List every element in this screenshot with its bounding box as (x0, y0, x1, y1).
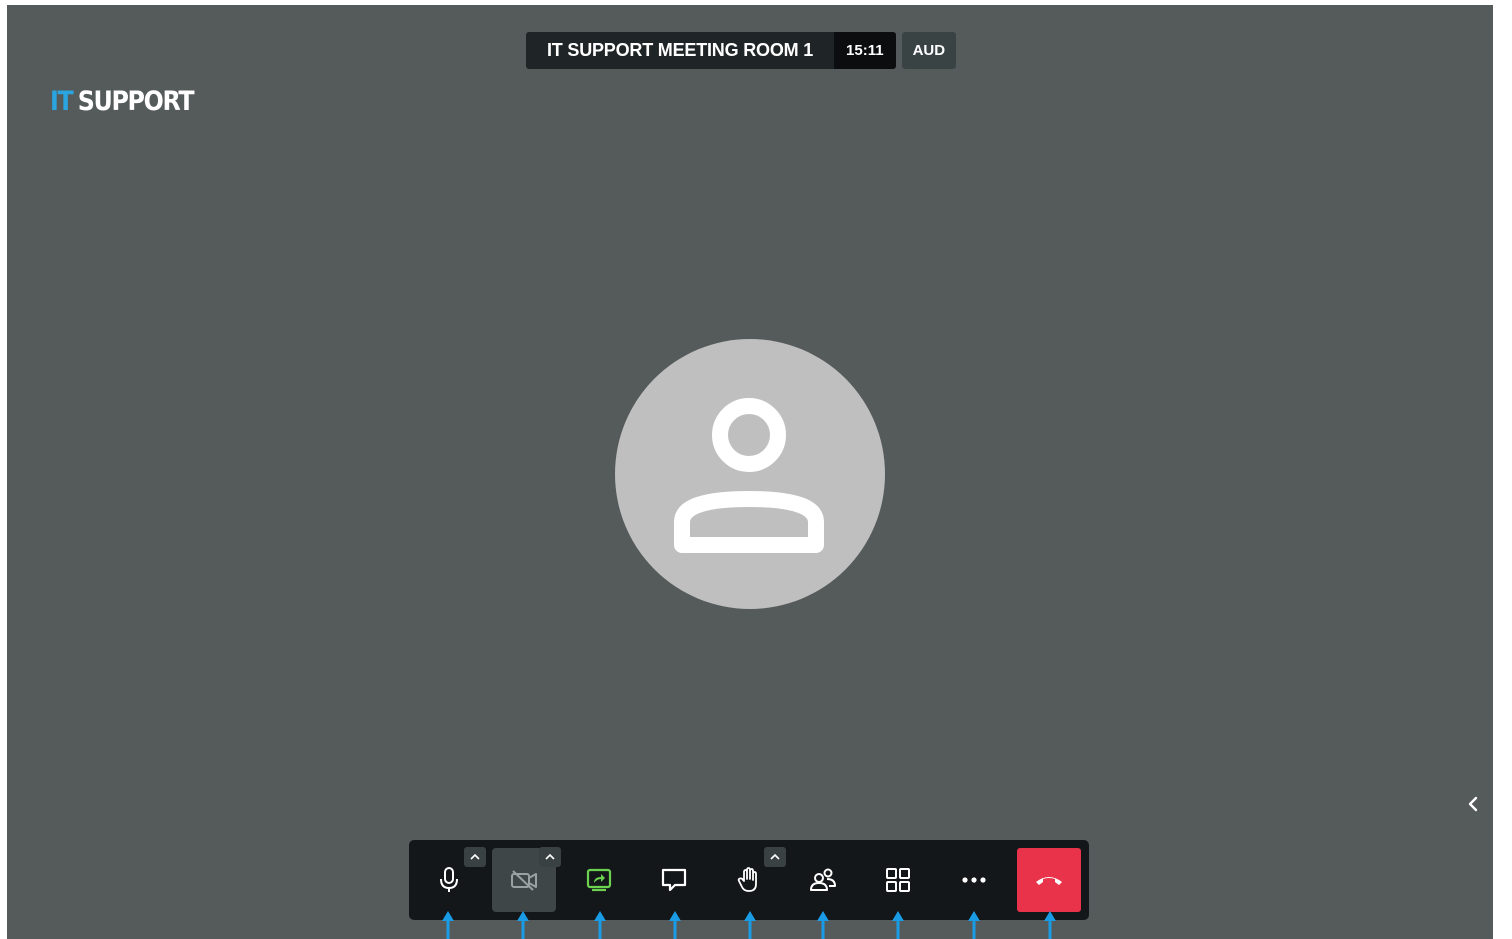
chevron-up-icon (545, 853, 555, 860)
more-actions-button[interactable] (942, 848, 1006, 912)
tile-view-button[interactable] (866, 848, 930, 912)
pointer-arrow-icon (817, 911, 829, 939)
side-panel-toggle[interactable] (1462, 791, 1484, 817)
hangup-button[interactable] (1017, 848, 1081, 912)
chevron-up-icon (470, 853, 480, 860)
meeting-title: IT SUPPORT MEETING ROOM 1 (526, 32, 835, 69)
chat-icon (661, 868, 687, 892)
participants-icon (810, 868, 836, 891)
pointer-arrow-icon (744, 911, 756, 939)
camera-off-icon (511, 870, 537, 891)
company-logo: IT SUPPORT (50, 85, 195, 119)
hand-icon (737, 867, 757, 892)
audio-badge: AUD (901, 32, 957, 69)
phone-hangup-icon (1036, 877, 1062, 885)
user-placeholder-icon (674, 398, 824, 553)
grid-icon (886, 868, 910, 892)
pointer-arrow-icon (442, 911, 454, 939)
pointer-arrow-icon (892, 911, 904, 939)
meeting-info-bar: IT SUPPORT MEETING ROOM 1 15:11 AUD (526, 32, 957, 69)
microphone-icon (440, 867, 458, 892)
participants-button[interactable] (791, 848, 855, 912)
camera-options-button[interactable] (539, 847, 561, 867)
chat-button[interactable] (642, 848, 706, 912)
logo-it-text: IT (50, 86, 74, 117)
logo-support-text: SUPPORT (77, 86, 195, 117)
chevron-left-icon (1468, 796, 1478, 812)
more-dots-icon (962, 877, 986, 883)
pointer-arrow-icon (517, 911, 529, 939)
raise-hand-options-button[interactable] (764, 847, 786, 867)
pointer-arrow-icon (669, 911, 681, 939)
meeting-toolbar (409, 840, 1089, 920)
microphone-options-button[interactable] (464, 847, 486, 867)
chevron-up-icon (770, 853, 780, 860)
meeting-timer: 15:11 (834, 32, 896, 69)
screen-share-icon (586, 868, 612, 892)
participant-avatar (615, 339, 885, 609)
pointer-arrow-icon (594, 911, 606, 939)
pointer-arrow-icon (968, 911, 980, 939)
pointer-arrow-icon (1044, 911, 1056, 939)
screen-share-button[interactable] (567, 848, 631, 912)
meeting-stage: IT SUPPORT MEETING ROOM 1 15:11 AUD IT SU… (7, 5, 1493, 939)
